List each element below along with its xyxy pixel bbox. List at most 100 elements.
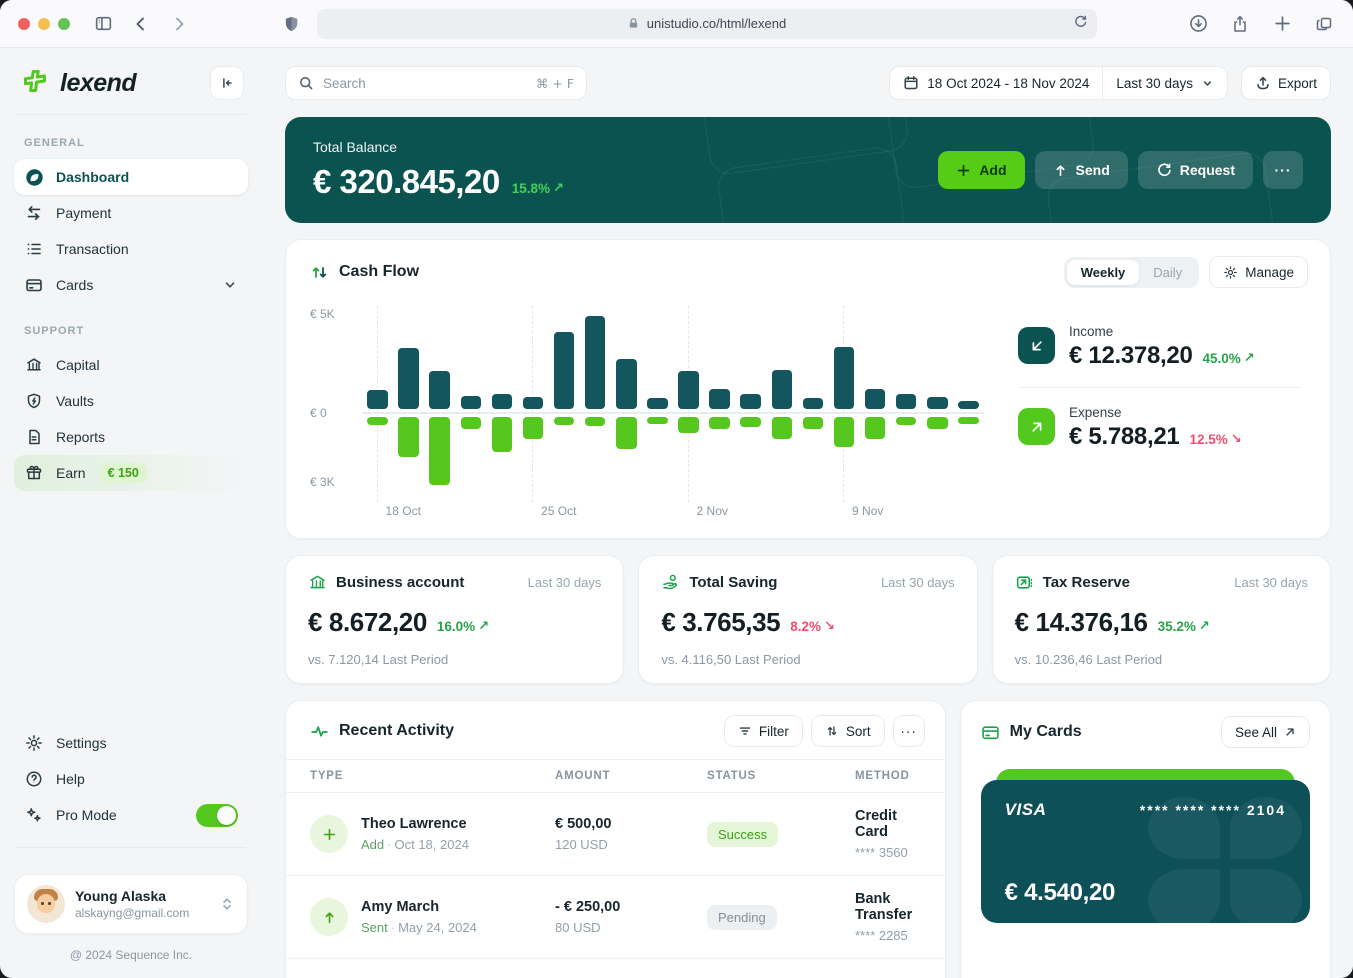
zoom-window-button[interactable]: [58, 18, 70, 30]
request-button[interactable]: Request: [1138, 151, 1253, 189]
cash-flow-icon: [310, 263, 329, 282]
help-icon: [24, 769, 44, 789]
tab-weekly[interactable]: Weekly: [1067, 260, 1140, 285]
transaction-icon: [24, 239, 44, 259]
close-window-button[interactable]: [18, 18, 30, 30]
date-range-value: 18 Oct 2024 - 18 Nov 2024: [927, 76, 1089, 91]
chart-bar-group: [424, 312, 455, 494]
search-input[interactable]: [323, 76, 527, 91]
forward-icon[interactable]: [168, 13, 190, 35]
export-button[interactable]: Export: [1241, 66, 1331, 100]
lock-icon: [627, 17, 640, 30]
avatar: [27, 885, 65, 923]
shield-icon[interactable]: [281, 13, 303, 35]
period-dropdown[interactable]: Last 30 days: [1103, 76, 1227, 91]
income-bar: [678, 371, 699, 409]
tab-daily[interactable]: Daily: [1139, 260, 1196, 285]
balance-more-button[interactable]: ···: [1263, 151, 1303, 189]
chart-bar-group: [611, 312, 642, 494]
sidebar-item-payment[interactable]: Payment: [14, 195, 248, 231]
tab-overview-icon[interactable]: [1313, 13, 1335, 35]
income-bar: [523, 397, 544, 409]
sidebar-item-capital[interactable]: Capital: [14, 347, 248, 383]
sidebar-item-dashboard[interactable]: Dashboard: [14, 159, 248, 195]
chart-bar-group: [828, 312, 859, 494]
income-bar: [803, 398, 824, 409]
chart-x-label: 2 Nov: [697, 504, 728, 518]
downloads-icon[interactable]: [1187, 13, 1209, 35]
status-badge: Success: [707, 822, 778, 847]
new-tab-icon[interactable]: [1271, 13, 1293, 35]
sidebar-item-settings[interactable]: Settings: [14, 725, 248, 761]
card-stack[interactable]: VISA **** **** **** 2104 € 4.540,20: [981, 780, 1310, 923]
sidebar-item-earn[interactable]: Earn € 150: [14, 455, 248, 491]
sidebar-item-cards[interactable]: Cards: [14, 267, 248, 303]
chart-x-label: 18 Oct: [386, 504, 421, 518]
balance-change: 15.8%↗: [512, 181, 564, 196]
cards-icon: [24, 275, 44, 295]
share-icon[interactable]: [1229, 13, 1251, 35]
see-all-button[interactable]: See All: [1221, 716, 1310, 748]
vaults-icon: [24, 391, 44, 411]
sidebar-item-label: Capital: [56, 357, 100, 373]
search-box[interactable]: ⌘ + F: [285, 66, 587, 100]
search-shortcut: ⌘ + F: [536, 76, 574, 91]
activity-row[interactable]: Theo Lawrence Add·Oct 18, 2024 € 500,00 …: [286, 793, 945, 876]
income-summary: Income € 12.378,20 45.0%↗: [1018, 324, 1302, 370]
income-bar: [865, 389, 886, 409]
browser-window: unistudio.co/html/lexend: [0, 0, 1353, 978]
income-amount: € 12.378,20: [1069, 342, 1193, 370]
minimize-window-button[interactable]: [38, 18, 50, 30]
sidebar-item-label: Cards: [56, 277, 93, 293]
sidebar-item-help[interactable]: Help: [14, 761, 248, 797]
chart-bar-group: [393, 312, 424, 494]
income-arrow-icon: [1018, 327, 1055, 364]
card-balance: € 4.540,20: [1005, 879, 1115, 907]
add-button[interactable]: Add: [938, 151, 1024, 189]
sidebar-item-label: Dashboard: [56, 169, 129, 185]
sort-button[interactable]: Sort: [811, 715, 885, 747]
back-icon[interactable]: [130, 13, 152, 35]
income-bar: [927, 397, 948, 409]
chart-bar-group: [735, 312, 766, 494]
tax-wallet-icon: [1015, 573, 1034, 592]
expense-bar: [803, 417, 824, 429]
balance-label: Total Balance: [313, 139, 564, 155]
expense-bar: [585, 417, 606, 426]
traffic-lights: [18, 18, 70, 30]
copyright: @ 2024 Sequence Inc.: [14, 934, 248, 964]
sidebar-item-reports[interactable]: Reports: [14, 419, 248, 455]
earn-badge: € 150: [100, 463, 147, 483]
sidebar-item-vaults[interactable]: Vaults: [14, 383, 248, 419]
activity-row[interactable]: Amy March Sent·May 24, 2024 - € 250,00 8…: [286, 876, 945, 959]
chart-bar-group: [580, 312, 611, 494]
stat-comparison: vs. 10.236,46 Last Period: [1015, 652, 1308, 667]
chart-y-axis: € 5K € 0 € 3K: [310, 312, 350, 494]
send-button[interactable]: Send: [1035, 151, 1128, 189]
activity-more-button[interactable]: ···: [893, 715, 925, 747]
manage-button[interactable]: Manage: [1209, 256, 1308, 288]
user-menu[interactable]: Young Alaska alskayng@gmail.com: [14, 874, 248, 934]
chart-bar-group: [704, 312, 735, 494]
total-saving-card: Total Saving Last 30 days € 3.765,35 8.2…: [638, 555, 977, 684]
period-value: Last 30 days: [1116, 76, 1193, 91]
reports-icon: [24, 427, 44, 447]
expense-bar: [958, 417, 979, 424]
pro-mode-toggle[interactable]: [196, 804, 238, 827]
sidebar: lexend GENERAL Dashboard Payment: [0, 48, 262, 978]
method: Bank Transfer: [855, 891, 921, 923]
expense-bar: [709, 417, 730, 429]
sidebar-item-pro-mode[interactable]: Pro Mode: [14, 797, 248, 833]
expense-bar: [740, 417, 761, 427]
refresh-icon[interactable]: [1073, 14, 1088, 29]
filter-button[interactable]: Filter: [724, 715, 803, 747]
method-last-digits: **** 2285: [855, 928, 921, 943]
stat-change: 16.0%↗: [437, 619, 489, 634]
date-range-picker[interactable]: 18 Oct 2024 - 18 Nov 2024: [890, 75, 1102, 91]
sidebar-item-label: Settings: [56, 735, 107, 751]
sidebar-item-transaction[interactable]: Transaction: [14, 231, 248, 267]
collapse-sidebar-button[interactable]: [210, 66, 244, 100]
browser-sidebar-icon[interactable]: [92, 13, 114, 35]
ellipsis-icon: ···: [900, 724, 917, 739]
address-bar[interactable]: unistudio.co/html/lexend: [317, 9, 1097, 39]
